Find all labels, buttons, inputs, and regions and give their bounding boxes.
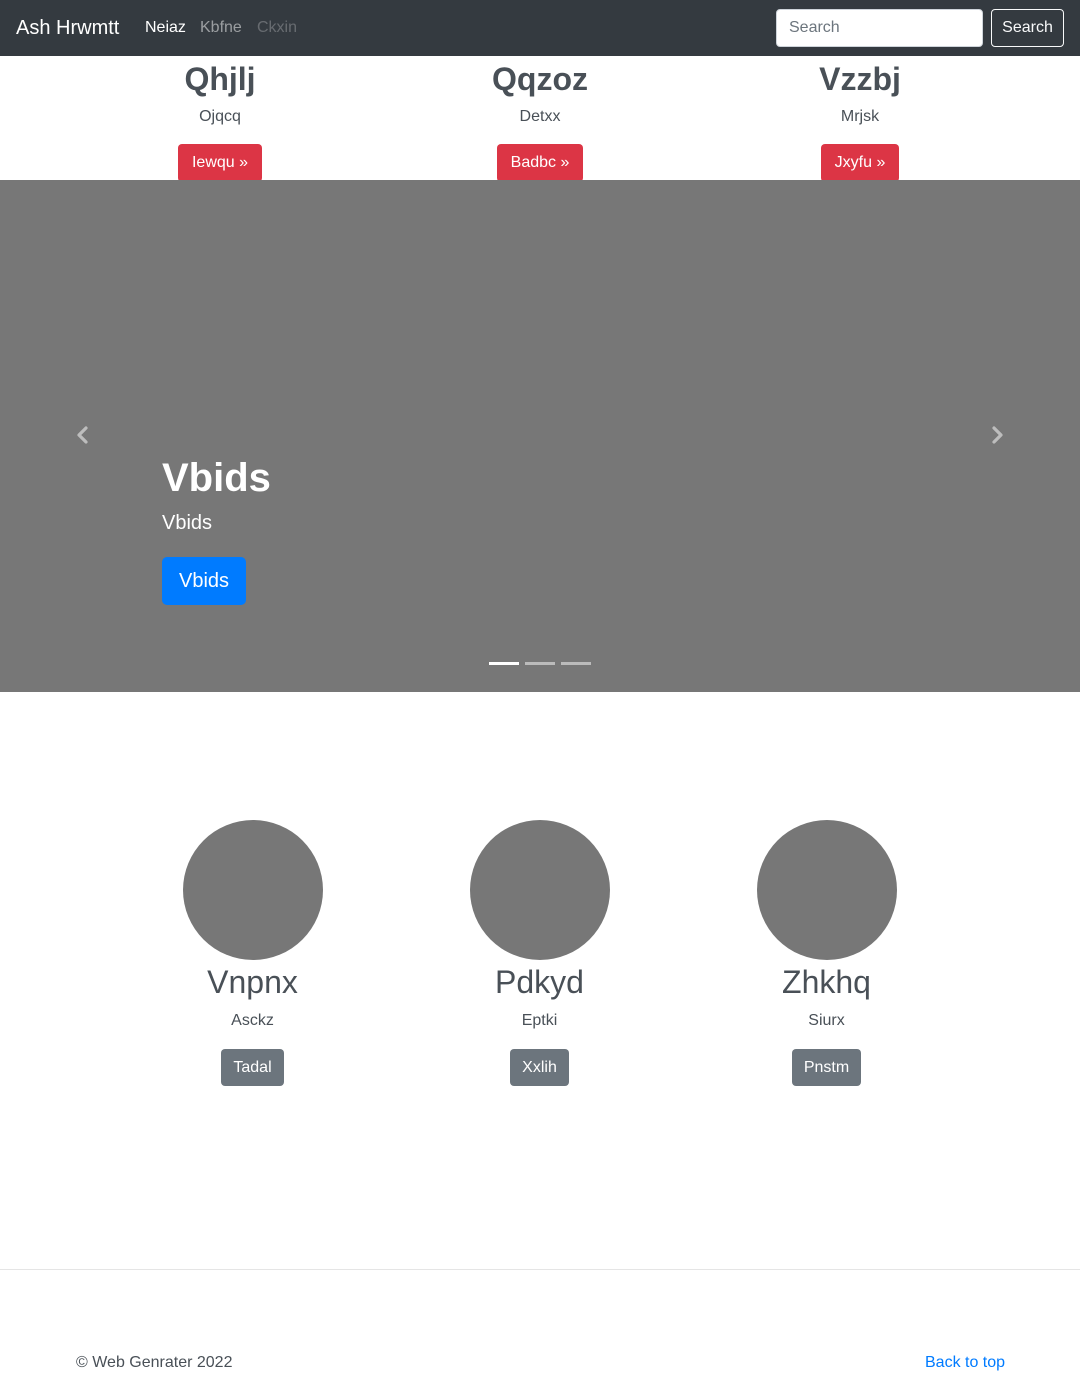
feature-title: Qhjlj bbox=[184, 61, 256, 97]
feature-column-2: Qqzoz Detxx Badbc » bbox=[420, 56, 660, 182]
nav-link-1[interactable]: Neiaz bbox=[145, 17, 186, 39]
feature-column-1: Qhjlj Ojqcq Iewqu » bbox=[100, 56, 340, 182]
placeholder-image bbox=[182, 820, 323, 960]
feature-title: Qqzoz bbox=[492, 61, 588, 97]
feature-text: Ojqcq bbox=[199, 108, 241, 125]
feature-text: Mrjsk bbox=[840, 108, 880, 125]
search-input[interactable] bbox=[776, 9, 983, 47]
carousel-caption: Vbids Vbids Vbids bbox=[162, 452, 271, 605]
carousel-button[interactable]: Vbids bbox=[162, 557, 247, 605]
feature-button[interactable]: Jxyfu » bbox=[820, 144, 900, 182]
divider bbox=[0, 1269, 1080, 1270]
marketing-column-3: Zhkhq Siurx Pnstm bbox=[683, 820, 970, 1086]
feature-title: Vzzbj bbox=[819, 61, 901, 97]
marketing-text: Siurx bbox=[808, 1012, 845, 1029]
marketing-button[interactable]: Xxlih bbox=[510, 1049, 569, 1086]
feature-column-3: Vzzbj Mrjsk Jxyfu » bbox=[740, 56, 980, 182]
carousel-text: Vbids bbox=[162, 512, 213, 534]
chevron-right-icon[interactable] bbox=[988, 420, 1008, 450]
navbar: Ash Hrwmtt Neiaz Kbfne Ckxin Search bbox=[0, 0, 1080, 56]
back-to-top-link[interactable]: Back to top bbox=[925, 1352, 1005, 1374]
carousel-indicator-1[interactable] bbox=[489, 662, 519, 665]
marketing-text: Eptki bbox=[521, 1012, 558, 1029]
carousel-indicator-3[interactable] bbox=[561, 662, 591, 665]
nav-link-2[interactable]: Kbfne bbox=[200, 17, 242, 39]
marketing-column-2: Pdkyd Eptki Xxlih bbox=[396, 820, 683, 1086]
marketing-text: Asckz bbox=[231, 1012, 274, 1029]
carousel-indicator-2[interactable] bbox=[525, 662, 555, 665]
search-button[interactable]: Search bbox=[991, 9, 1064, 47]
nav-link-3-disabled: Ckxin bbox=[257, 19, 298, 36]
marketing-title: Pdkyd bbox=[495, 964, 584, 1000]
navbar-brand[interactable]: Ash Hrwmtt bbox=[16, 14, 119, 42]
marketing-title: Zhkhq bbox=[782, 964, 871, 1000]
feature-button[interactable]: Iewqu » bbox=[177, 144, 263, 182]
carousel-heading: Vbids bbox=[162, 456, 271, 500]
placeholder-image bbox=[756, 820, 897, 960]
footer-copyright: © Web Genrater 2022 bbox=[76, 1354, 233, 1371]
marketing-button[interactable]: Tadal bbox=[221, 1049, 284, 1086]
feature-button[interactable]: Badbc » bbox=[496, 144, 584, 182]
carousel-indicators bbox=[489, 662, 591, 665]
feature-text: Detxx bbox=[519, 108, 561, 125]
marketing-button[interactable]: Pnstm bbox=[791, 1049, 862, 1086]
placeholder-image bbox=[469, 820, 610, 960]
marketing-column-1: Vnpnx Asckz Tadal bbox=[109, 820, 396, 1086]
carousel: Vbids Vbids Vbids bbox=[0, 180, 1080, 692]
chevron-left-icon[interactable] bbox=[72, 420, 92, 450]
marketing-title: Vnpnx bbox=[207, 964, 298, 1000]
